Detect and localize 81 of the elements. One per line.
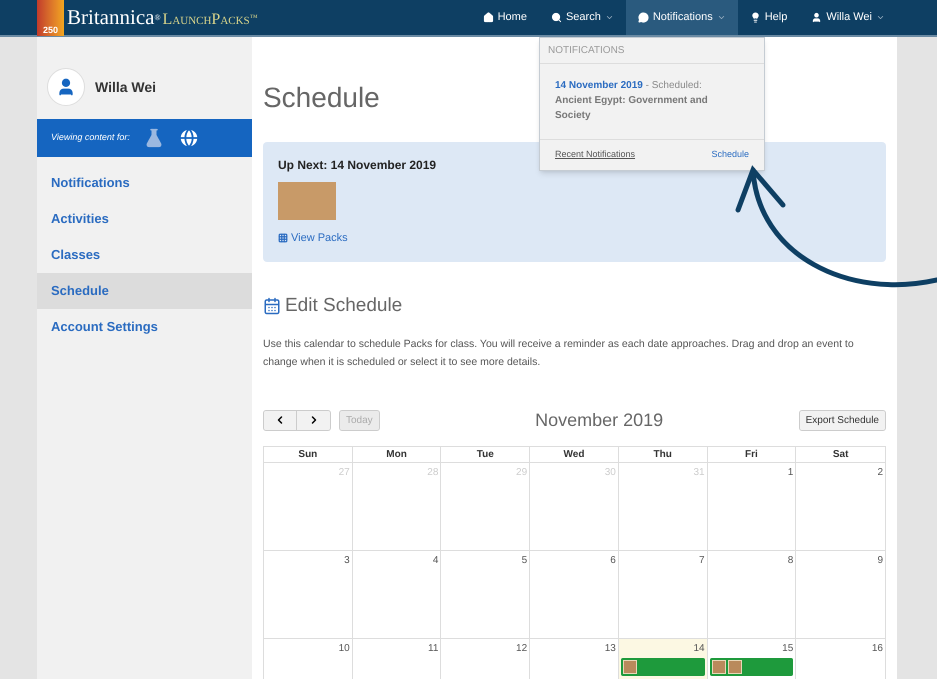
- user-name: Willa Wei: [95, 78, 156, 96]
- nav-item[interactable]: Notifications: [626, 0, 738, 35]
- recent-notifications-link[interactable]: Recent Notifications: [555, 148, 636, 162]
- nav-item[interactable]: Home: [470, 0, 539, 35]
- calendar-event[interactable]: [620, 658, 705, 676]
- page-title: Schedule: [263, 81, 380, 115]
- photo-placeholder: [622, 660, 637, 674]
- day-cell[interactable]: 6: [530, 550, 619, 638]
- day-cell[interactable]: 11: [352, 638, 442, 679]
- sidebar-item[interactable]: Schedule: [37, 273, 252, 309]
- day-number: 11: [427, 642, 438, 656]
- nav-item[interactable]: Willa Wei: [799, 0, 897, 35]
- view-packs-link[interactable]: View Packs: [278, 230, 348, 246]
- flask-icon[interactable]: [144, 128, 164, 148]
- weekday-header: Thu: [618, 446, 708, 462]
- weekday-header: Sat: [832, 448, 850, 462]
- day-number: 16: [870, 642, 883, 656]
- viewing-label: Viewing content for:: [51, 131, 130, 144]
- emblem-text: 250: [42, 26, 58, 35]
- day-cell[interactable]: 16: [796, 638, 885, 679]
- photo-placeholder: [712, 660, 726, 674]
- day-cell[interactable]: 8: [708, 550, 796, 638]
- day-number: 8: [786, 554, 794, 568]
- weekday-header: Sun: [264, 446, 353, 462]
- up-next-title: Up Next: 14 November 2019: [278, 157, 436, 174]
- grid-icon: [278, 233, 288, 244]
- day-number: 12: [515, 642, 528, 656]
- dropdown-header: NOTIFICATIONS: [540, 38, 764, 64]
- calendar-event[interactable]: [710, 658, 794, 676]
- day-cell[interactable]: 1: [708, 462, 796, 550]
- export-schedule-button[interactable]: Export Schedule: [798, 410, 886, 430]
- search-icon: [550, 12, 562, 23]
- day-cell[interactable]: 5: [441, 550, 530, 638]
- day-number: 7: [698, 554, 705, 568]
- description-text: Use this calendar to schedule Packs for class. You will receive a reminder as each date approaches. Drag and drop an event to change when it is scheduled or select it to see more details.: [263, 336, 855, 370]
- previous-button[interactable]: [263, 410, 297, 430]
- home-icon: [482, 12, 494, 23]
- day-number: 10: [338, 642, 350, 656]
- globe-icon[interactable]: [178, 127, 200, 149]
- sidebar-item[interactable]: Classes: [37, 237, 252, 273]
- day-cell[interactable]: 4: [352, 550, 442, 638]
- notification-item[interactable]: 14 November 2019 - Scheduled: Ancient Egypt: Government and Society: [540, 64, 764, 140]
- user-icon: [811, 12, 822, 23]
- weekday-header: Tue: [441, 446, 530, 462]
- day-number: 15: [781, 642, 794, 656]
- day-cell[interactable]: 14: [618, 638, 708, 679]
- sidebar-item[interactable]: Notifications: [37, 165, 252, 201]
- nav-item[interactable]: Help: [738, 0, 800, 35]
- day-number: 9: [876, 554, 883, 568]
- day-number: 6: [609, 554, 616, 568]
- day-number: 13: [604, 642, 616, 656]
- lightbulb-icon: [750, 12, 761, 23]
- day-number: 5: [520, 554, 528, 568]
- day-number: 2: [876, 466, 883, 480]
- day-cell[interactable]: 12: [441, 638, 530, 679]
- next-button[interactable]: [297, 410, 331, 430]
- day-cell[interactable]: 3: [264, 550, 353, 638]
- calendar-icon: [263, 297, 281, 316]
- weekday-header: Wed: [530, 446, 619, 462]
- section-heading: Edit Schedule: [285, 294, 402, 318]
- speech-bubble-icon: [638, 12, 649, 23]
- day-cell[interactable]: 9: [796, 550, 885, 638]
- day-number: 3: [343, 554, 350, 568]
- day-cell[interactable]: 15: [708, 638, 796, 679]
- sidebar-item[interactable]: Activities: [37, 201, 252, 237]
- photo-placeholder: [278, 182, 336, 220]
- weekday-header: Mon: [352, 446, 442, 462]
- day-cell[interactable]: 10: [264, 638, 353, 679]
- photo-placeholder: [728, 660, 742, 674]
- brand-logo[interactable]: Britannica$^{®}$LaunchPacks$^{™}$: [67, 2, 258, 34]
- day-number: 4: [432, 554, 438, 568]
- sidebar-item[interactable]: Account Settings: [37, 309, 252, 345]
- nav-item[interactable]: Search: [538, 0, 626, 35]
- avatar-icon: [47, 68, 85, 106]
- day-cell[interactable]: 2: [796, 462, 885, 550]
- day-number: 1: [786, 466, 794, 480]
- day-cell[interactable]: 7: [618, 550, 708, 638]
- weekday-header: Fri: [708, 446, 796, 462]
- day-number: 14: [692, 642, 705, 656]
- month-title: November 2019: [534, 408, 664, 432]
- schedule-link[interactable]: Schedule: [711, 148, 749, 162]
